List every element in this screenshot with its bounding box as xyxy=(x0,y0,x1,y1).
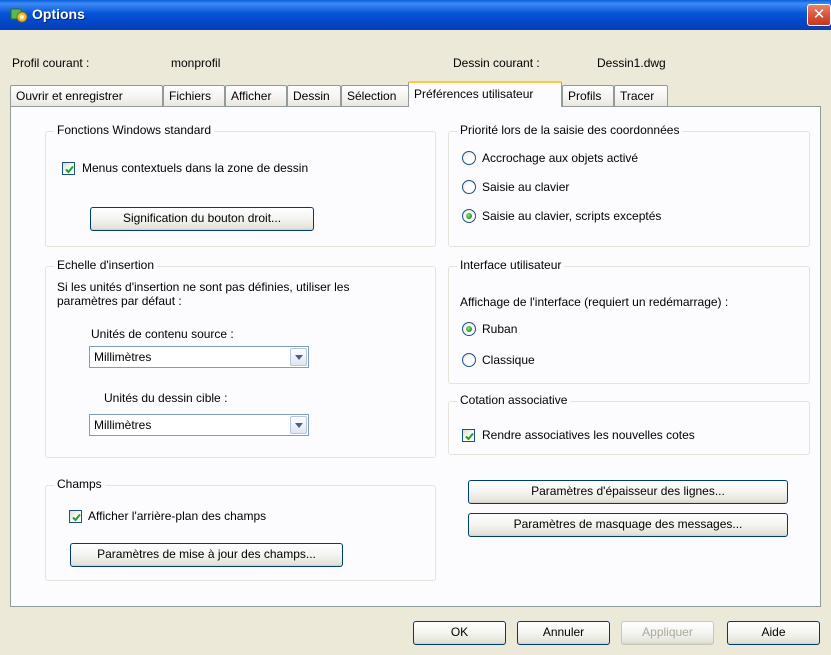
button-label: Appliquer xyxy=(642,625,693,639)
associative-dimensions-label[interactable]: Rendre associatives les nouvelles cotes xyxy=(482,428,695,442)
group-title: Interface utilisateur xyxy=(457,258,565,272)
hidden-messages-settings-button[interactable]: Paramètres de masquage des messages... xyxy=(468,513,788,537)
radio-object-snap-label[interactable]: Accrochage aux objets activé xyxy=(482,151,638,165)
check-icon xyxy=(72,513,81,522)
group-title: Cotation associative xyxy=(457,393,571,407)
current-profile-value: monprofil xyxy=(171,56,221,70)
cancel-button[interactable]: Annuler xyxy=(517,621,610,645)
button-label: Paramètres d'épaisseur des lignes... xyxy=(531,484,725,498)
radio-classic[interactable] xyxy=(462,353,476,367)
tab-profiles[interactable]: Profils xyxy=(562,85,614,106)
radio-keyboard-entry-label[interactable]: Saisie au clavier xyxy=(482,180,569,194)
chevron-down-icon[interactable] xyxy=(290,348,307,366)
source-units-label: Unités de contenu source : xyxy=(91,327,234,341)
tab-display[interactable]: Afficher xyxy=(225,85,287,106)
tab-label: Tracer xyxy=(620,89,655,103)
current-drawing-value: Dessin1.dwg xyxy=(597,56,666,70)
field-background-label[interactable]: Afficher l'arrière-plan des champs xyxy=(88,509,266,523)
button-label: Paramètres de mise à jour des champs... xyxy=(97,547,316,561)
tab-plot[interactable]: Tracer xyxy=(614,85,668,106)
radio-ribbon-label[interactable]: Ruban xyxy=(482,322,517,336)
tab-label: Afficher xyxy=(231,89,272,103)
options-dialog: Options ✕ Profil courant : monprofil Des… xyxy=(0,0,831,655)
ok-button[interactable]: OK xyxy=(413,621,506,645)
target-units-value: Millimètres xyxy=(94,418,152,432)
check-icon xyxy=(465,432,474,441)
tab-label: Sélection xyxy=(347,89,397,103)
chevron-down-icon[interactable] xyxy=(290,416,307,434)
associative-dimensions-checkbox[interactable] xyxy=(462,429,475,442)
help-button[interactable]: Aide xyxy=(727,621,820,645)
right-click-customize-button[interactable]: Signification du bouton droit... xyxy=(90,207,314,231)
tab-label: Profils xyxy=(568,89,602,103)
radio-keyboard-except-scripts-label[interactable]: Saisie au clavier, scripts exceptés xyxy=(482,209,661,223)
button-label: Annuler xyxy=(542,625,585,639)
tab-label: Préférences utilisateur xyxy=(414,87,534,101)
tab-label: Dessin xyxy=(293,89,330,103)
current-drawing-label: Dessin courant : xyxy=(453,56,540,70)
source-units-select[interactable]: Millimètres xyxy=(89,346,309,368)
group-title: Fonctions Windows standard xyxy=(54,123,215,137)
radio-keyboard-entry[interactable] xyxy=(462,180,476,194)
context-menu-label[interactable]: Menus contextuels dans la zone de dessin xyxy=(82,161,308,175)
close-button[interactable]: ✕ xyxy=(807,4,831,26)
apply-button[interactable]: Appliquer xyxy=(621,621,714,645)
field-update-settings-button[interactable]: Paramètres de mise à jour des champs... xyxy=(70,543,343,567)
target-units-select[interactable]: Millimètres xyxy=(89,414,309,436)
close-icon: ✕ xyxy=(812,6,826,23)
title-bar[interactable]: Options ✕ xyxy=(0,0,831,30)
group-title: Priorité lors de la saisie des coordonné… xyxy=(457,123,683,137)
options-gear-icon xyxy=(10,6,28,24)
tab-label: Fichiers xyxy=(169,89,212,103)
insertion-description: Si les unités d'insertion ne sont pas dé… xyxy=(57,280,350,308)
tab-drafting[interactable]: Dessin xyxy=(287,85,341,106)
tab-open-save[interactable]: Ouvrir et enregistrer xyxy=(10,85,163,106)
radio-object-snap[interactable] xyxy=(462,151,476,165)
field-background-checkbox[interactable] xyxy=(69,510,82,523)
current-profile-label: Profil courant : xyxy=(12,56,90,70)
check-icon xyxy=(65,165,74,174)
tab-files[interactable]: Fichiers xyxy=(163,85,225,106)
source-units-value: Millimètres xyxy=(94,350,152,364)
button-label: Signification du bouton droit... xyxy=(122,211,282,225)
group-title: Champs xyxy=(54,477,105,491)
tab-label: Ouvrir et enregistrer xyxy=(16,89,123,103)
context-menu-checkbox[interactable] xyxy=(62,162,75,175)
group-title: Echelle d'insertion xyxy=(54,258,158,272)
tab-user-preferences[interactable]: Préférences utilisateur xyxy=(408,81,562,107)
target-units-label: Unités du dessin cible : xyxy=(104,391,228,405)
window-title: Options xyxy=(32,6,85,22)
radio-keyboard-except-scripts[interactable] xyxy=(462,209,476,223)
button-label: Paramètres de masquage des messages... xyxy=(513,517,743,531)
button-label: OK xyxy=(450,625,469,639)
tab-selection[interactable]: Sélection xyxy=(341,85,409,106)
ui-display-description: Affichage de l'interface (requiert un re… xyxy=(460,295,729,309)
lineweight-settings-button[interactable]: Paramètres d'épaisseur des lignes... xyxy=(468,480,788,504)
radio-ribbon[interactable] xyxy=(462,322,476,336)
button-label: Aide xyxy=(761,625,786,639)
radio-classic-label[interactable]: Classique xyxy=(482,353,535,367)
